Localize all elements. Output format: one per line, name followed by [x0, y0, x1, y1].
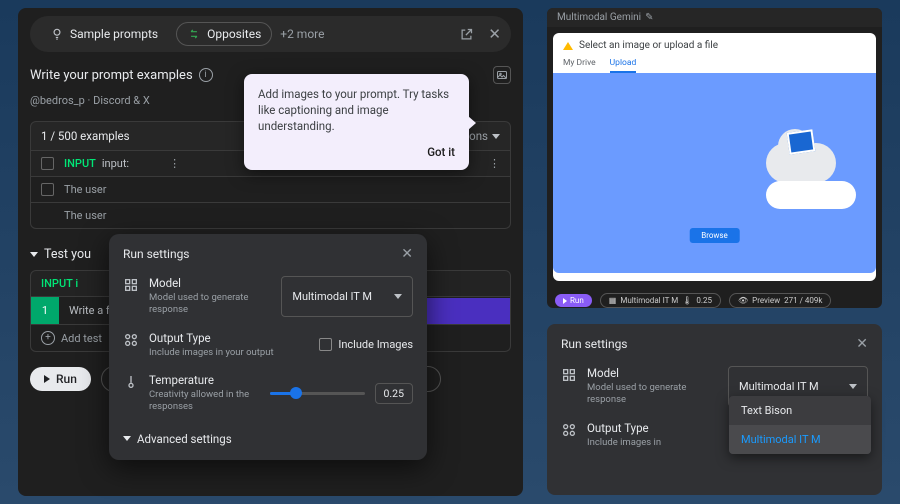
swap-icon	[187, 27, 201, 41]
model-sublabel: Model used to generate response	[149, 292, 271, 317]
chip-label: Sample prompts	[70, 27, 158, 41]
checkbox-icon	[319, 338, 332, 351]
panel-title: Multimodal Gemini	[557, 12, 641, 23]
section-title: Write your prompt examples	[30, 68, 193, 83]
temperature-label: Temperature	[149, 373, 260, 387]
chip-row: Sample prompts Opposites +2 more ✕	[30, 16, 511, 52]
run-settings-popover: Run settings ✕ Model Model used to gener…	[109, 234, 427, 460]
output-type-label: Output Type	[149, 331, 309, 345]
test-input-header: INPUT i	[41, 277, 78, 290]
close-icon[interactable]: ✕	[488, 25, 501, 43]
grid-icon	[561, 367, 577, 383]
panel-title-bar: Multimodal Gemini ✎	[547, 8, 882, 27]
mini-footer: Run ▦ Multimodal IT M 🌡 0.25 👁 Preview 2…	[547, 287, 882, 308]
examples-count: 1 / 500 examples	[41, 129, 130, 143]
lightbulb-icon	[50, 27, 64, 41]
eye-icon: 👁	[738, 296, 748, 305]
input-column-name: input:	[102, 157, 129, 170]
run-button[interactable]: Run	[30, 367, 91, 391]
row-checkbox[interactable]	[41, 183, 54, 196]
tab-upload[interactable]: Upload	[610, 58, 637, 73]
table-row[interactable]: The user	[30, 177, 511, 203]
model-select[interactable]: Multimodal IT M	[281, 276, 413, 317]
panel-title: Run settings	[561, 337, 628, 351]
output-type-icon	[123, 332, 139, 348]
temperature-value[interactable]: 0.25	[375, 383, 413, 404]
thermometer-icon	[123, 374, 139, 390]
row-input-text: The user	[64, 183, 107, 196]
select-all-checkbox[interactable]	[41, 157, 54, 170]
dropdown-option-selected[interactable]: Multimodal IT M	[729, 425, 871, 454]
dropdown-option[interactable]: Text Bison	[729, 396, 871, 425]
output-type-icon	[561, 422, 577, 438]
close-icon[interactable]: ✕	[856, 336, 868, 352]
play-icon	[44, 375, 50, 383]
drive-icon	[563, 42, 573, 50]
table-row[interactable]: The user	[30, 203, 511, 229]
open-external-icon[interactable]	[459, 27, 474, 42]
chip-label: Opposites	[207, 27, 261, 41]
chevron-down-icon	[394, 294, 402, 299]
run-button[interactable]: Run	[555, 294, 592, 307]
kebab-icon[interactable]: ⋮	[489, 157, 500, 170]
cloud-icon	[766, 181, 856, 209]
gemini-picker-panel: Multimodal Gemini ✎ Select an image or u…	[547, 8, 882, 308]
onboarding-tooltip: Add images to your prompt. Try tasks lik…	[244, 74, 469, 170]
test-section-title: Test you	[44, 247, 91, 262]
chevron-down-icon	[123, 436, 131, 441]
model-sublabel: Model used to generate response	[587, 382, 718, 407]
input-column-header: INPUT	[64, 157, 96, 170]
edit-icon[interactable]: ✎	[645, 12, 653, 23]
chevron-down-icon	[492, 134, 500, 139]
opposites-chip[interactable]: Opposites	[176, 22, 272, 46]
tab-my-drive[interactable]: My Drive	[563, 58, 596, 73]
output-type-sublabel: Include images in your output	[149, 347, 309, 359]
temperature-slider[interactable]	[270, 386, 365, 400]
upload-dropzone[interactable]: Browse	[553, 73, 876, 273]
chevron-down-icon	[849, 384, 857, 389]
dialog-title: Select an image or upload a file	[579, 40, 718, 51]
insert-image-button[interactable]	[493, 66, 511, 84]
grid-icon	[123, 277, 139, 293]
preview-pill[interactable]: 👁 Preview 271 / 409k	[729, 293, 831, 308]
model-label: Model	[149, 276, 271, 290]
browse-button[interactable]: Browse	[689, 228, 740, 243]
run-settings-panel: Run settings ✕ Model Model used to gener…	[547, 324, 882, 495]
document-icon	[787, 129, 816, 154]
plus-icon: +	[41, 331, 55, 345]
kebab-icon[interactable]: ⋮	[169, 157, 180, 170]
tooltip-dismiss-button[interactable]: Got it	[258, 144, 455, 160]
temperature-sublabel: Creativity allowed in the responses	[149, 389, 260, 414]
file-picker-dialog: Select an image or upload a file My Driv…	[553, 33, 876, 281]
close-icon[interactable]: ✕	[401, 246, 413, 262]
grid-icon: ▦	[609, 296, 617, 305]
model-select[interactable]: Multimodal IT M Text Bison Multimodal IT…	[728, 366, 868, 407]
test-row-number: 1	[31, 297, 59, 324]
include-images-checkbox[interactable]: Include Images	[319, 331, 413, 359]
tooltip-body: Add images to your prompt. Try tasks lik…	[258, 86, 455, 134]
play-icon	[563, 298, 567, 304]
advanced-settings-toggle[interactable]: Advanced settings	[123, 428, 413, 450]
model-pill[interactable]: ▦ Multimodal IT M 🌡 0.25	[600, 293, 721, 308]
row-input-text: The user	[64, 209, 107, 222]
model-label: Model	[587, 366, 718, 380]
info-icon[interactable]: i	[199, 68, 213, 82]
model-dropdown: Text Bison Multimodal IT M	[729, 396, 871, 454]
thermometer-icon: 🌡	[682, 296, 692, 305]
chevron-down-icon	[30, 252, 38, 257]
sample-prompts-chip[interactable]: Sample prompts	[40, 23, 168, 45]
more-chips-count[interactable]: +2 more	[280, 27, 324, 41]
popover-title: Run settings	[123, 247, 190, 261]
